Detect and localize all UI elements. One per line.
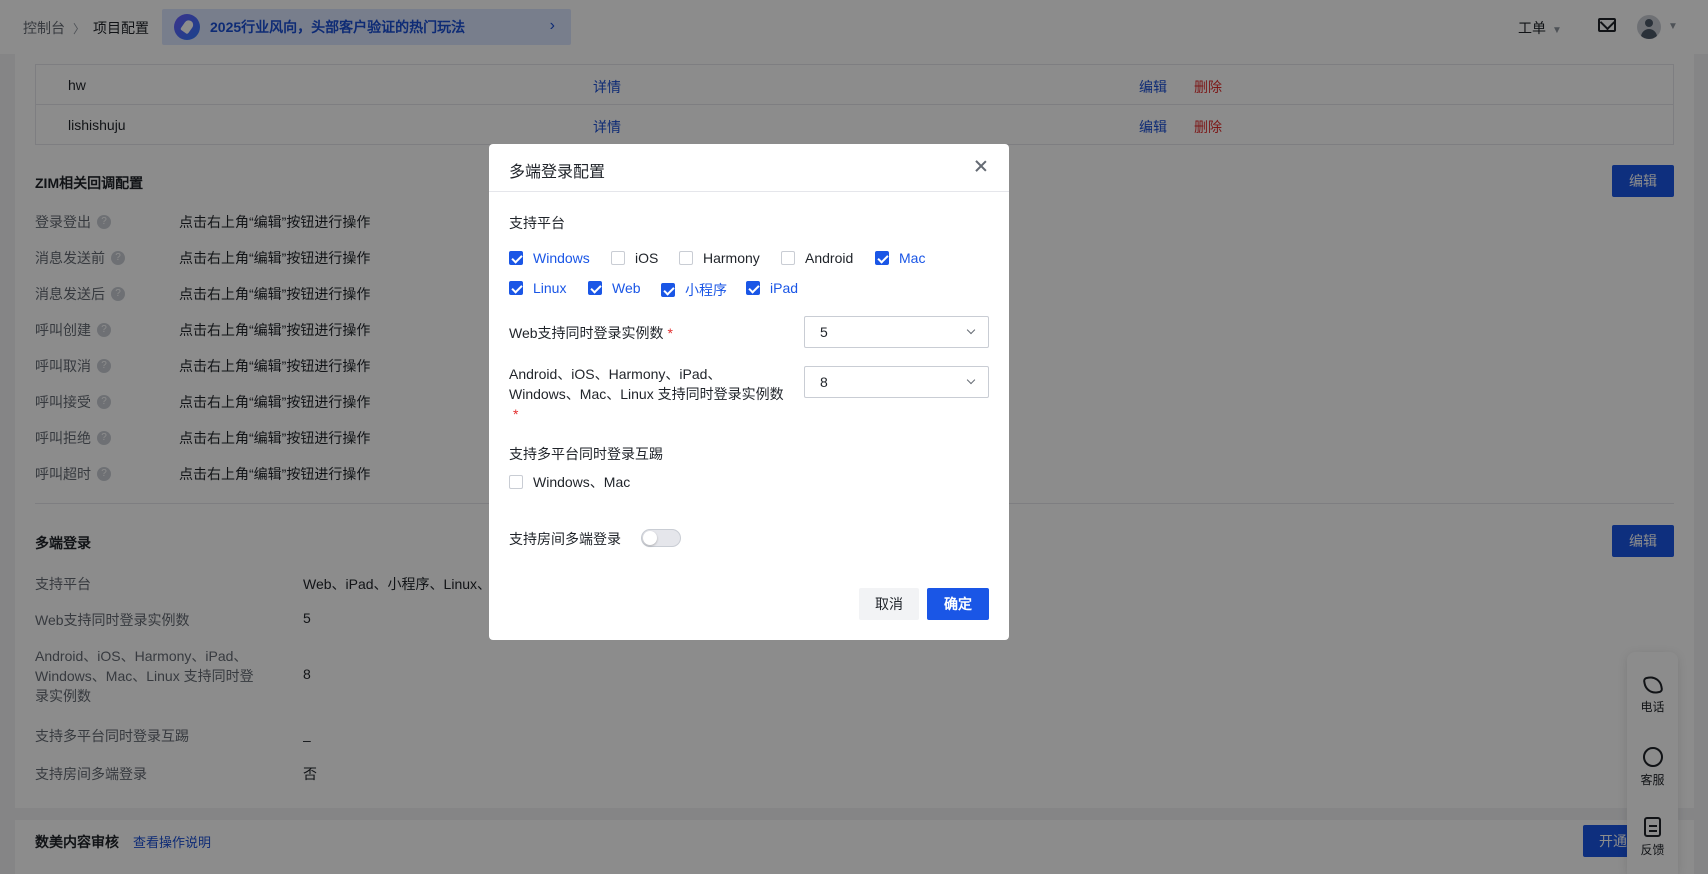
multi-login-modal: 多端登录配置 支持平台 Windows iOS Harmony Android … — [489, 144, 1009, 640]
checkbox-icon — [679, 251, 693, 265]
checkbox-label: Mac — [899, 250, 926, 266]
platform-checkbox-ipad[interactable]: iPad — [746, 280, 798, 296]
checkbox-label: Harmony — [703, 250, 760, 266]
platform-checkbox-android[interactable]: Android — [781, 250, 853, 266]
checkbox-label: 小程序 — [685, 282, 727, 298]
close-icon[interactable] — [973, 158, 989, 174]
web-instances-label-text: Web支持同时登录实例数 — [509, 325, 664, 341]
other-instances-label-text: Android、iOS、Harmony、iPad、Windows、Mac、Lin… — [509, 366, 784, 402]
checkbox-label: Android — [805, 250, 854, 266]
kick-checkbox[interactable]: Windows、Mac — [509, 472, 630, 492]
checkbox-icon — [661, 283, 675, 297]
room-multi-login-toggle[interactable] — [641, 529, 681, 547]
confirm-button[interactable]: 确定 — [927, 588, 989, 620]
chevron-down-icon — [966, 325, 976, 335]
other-instances-value: 8 — [820, 374, 828, 390]
checkbox-icon — [781, 251, 795, 265]
checkbox-label: Windows — [533, 250, 590, 266]
cancel-button[interactable]: 取消 — [859, 588, 919, 620]
platform-checkbox-web[interactable]: Web — [588, 280, 641, 296]
required-mark: * — [513, 406, 519, 422]
checkbox-icon — [509, 281, 523, 295]
platforms-label: 支持平台 — [509, 215, 565, 231]
platform-checkbox-miniprogram[interactable]: 小程序 — [661, 280, 727, 300]
web-instances-label: Web支持同时登录实例数 * — [509, 323, 673, 343]
checkbox-icon — [611, 251, 625, 265]
modal-header: 多端登录配置 — [489, 144, 1009, 192]
checkbox-label: Web — [612, 280, 641, 296]
platform-checkbox-mac[interactable]: Mac — [875, 250, 925, 266]
checkbox-label: iOS — [635, 250, 659, 266]
checkbox-icon — [509, 475, 523, 489]
checkbox-label: iPad — [770, 280, 799, 296]
checkbox-icon — [588, 281, 602, 295]
platform-checkbox-windows[interactable]: Windows — [509, 250, 590, 266]
checkbox-label: Linux — [533, 280, 567, 296]
room-label: 支持房间多端登录 — [509, 531, 621, 547]
required-mark: * — [667, 325, 673, 341]
kick-label: 支持多平台同时登录互踢 — [509, 446, 663, 462]
modal-title: 多端登录配置 — [509, 164, 606, 181]
checkbox-icon — [875, 251, 889, 265]
web-instances-value: 5 — [820, 324, 828, 340]
checkbox-label: Windows、Mac — [533, 474, 631, 490]
checkbox-icon — [746, 281, 760, 295]
platform-checkbox-harmony[interactable]: Harmony — [679, 250, 760, 266]
other-instances-label: Android、iOS、Harmony、iPad、Windows、Mac、Lin… — [509, 364, 789, 424]
other-instances-select[interactable]: 8 — [804, 366, 989, 398]
platform-checkbox-linux[interactable]: Linux — [509, 280, 566, 296]
platform-checkbox-ios[interactable]: iOS — [611, 250, 658, 266]
chevron-down-icon — [966, 375, 976, 385]
web-instances-select[interactable]: 5 — [804, 316, 989, 348]
checkbox-icon — [509, 251, 523, 265]
